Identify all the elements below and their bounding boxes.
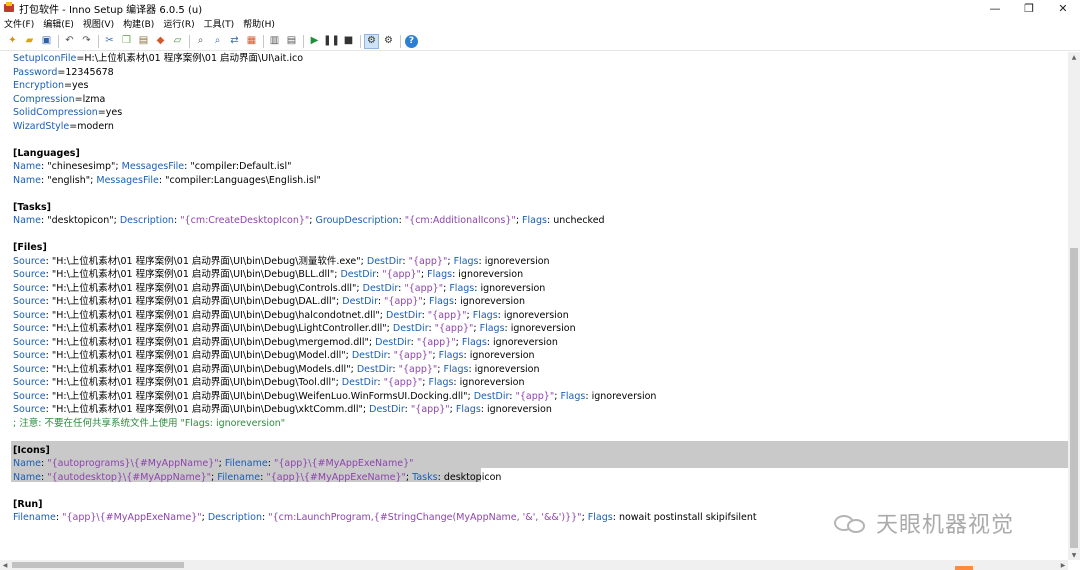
- menu-edit[interactable]: 编辑(E): [43, 17, 74, 30]
- file-entry: Source: "H:\上位机素材\01 程序案例\01 启动界面\UI\bin…: [13, 309, 569, 321]
- file-entry: Source: "H:\上位机素材\01 程序案例\01 启动界面\UI\bin…: [13, 255, 550, 267]
- scroll-left-icon[interactable]: ◀: [0, 560, 10, 570]
- section-header-icons: [Icons]: [13, 444, 50, 456]
- watermark: 天眼机器视觉: [834, 508, 1014, 538]
- window-controls: — ❐ ✕: [978, 0, 1080, 16]
- window-title: 打包软件 - Inno Setup 编译器 6.0.5 (u): [19, 4, 203, 16]
- title-bar: 打包软件 - Inno Setup 编译器 6.0.5 (u) — ❐ ✕: [0, 0, 1080, 16]
- undo-icon[interactable]: ↶: [63, 35, 76, 48]
- wechat-logo-icon: [834, 511, 868, 535]
- scroll-up-icon[interactable]: ▲: [1068, 52, 1080, 62]
- code-line: Encryption=yes: [13, 80, 89, 91]
- horizontal-scrollbar[interactable]: ◀ ▶: [0, 560, 1068, 570]
- code-line: Compression=lzma: [13, 93, 106, 105]
- run-icon[interactable]: ▶: [308, 35, 321, 48]
- scroll-down-icon[interactable]: ▼: [1068, 550, 1080, 560]
- find-next-icon[interactable]: ⌕: [211, 35, 224, 48]
- menu-file[interactable]: 文件(F): [4, 17, 34, 30]
- app-icon: [3, 2, 15, 14]
- section-header-languages: [Languages]: [13, 147, 80, 159]
- toolbar-separator: [98, 34, 99, 48]
- compile-icon[interactable]: ▥: [268, 35, 281, 48]
- new-file-icon[interactable]: ✦: [6, 35, 19, 48]
- code-line: Name: "{autoprograms}\{#MyAppName}"; Fil…: [13, 458, 414, 469]
- code-line: Name: "english"; MessagesFile: "compiler…: [13, 174, 321, 186]
- menu-view[interactable]: 视图(V): [83, 17, 114, 30]
- file-entry: Source: "H:\上位机素材\01 程序案例\01 启动界面\UI\bin…: [13, 404, 552, 415]
- copy-icon[interactable]: ❐: [120, 35, 133, 48]
- file-entry: Source: "H:\上位机素材\01 程序案例\01 启动界面\UI\bin…: [13, 363, 540, 375]
- toolbar-separator: [360, 34, 361, 48]
- pause-icon[interactable]: ❚❚: [323, 35, 340, 48]
- toolbar-separator: [303, 34, 304, 48]
- scroll-right-icon[interactable]: ▶: [1058, 560, 1068, 570]
- code-line: SetupIconFile=H:\上位机素材\01 程序案例\01 启动界面\U…: [13, 53, 304, 64]
- watermark-text: 天眼机器视觉: [876, 513, 1015, 538]
- toolbar-separator: [189, 34, 190, 48]
- vertical-scroll-thumb[interactable]: [1070, 248, 1078, 548]
- toolbar-separator: [263, 34, 264, 48]
- file-entry: Source: "H:\上位机素材\01 程序案例\01 启动界面\UI\bin…: [13, 269, 524, 280]
- menu-run[interactable]: 运行(R): [163, 17, 194, 30]
- paste-icon[interactable]: ▤: [137, 35, 150, 48]
- goto-icon[interactable]: ▦: [245, 35, 258, 48]
- maximize-button[interactable]: ❐: [1012, 0, 1046, 16]
- selection-highlight: [11, 441, 1068, 455]
- settings-icon[interactable]: ⚙: [382, 35, 395, 48]
- code-comment: ; 注意: 不要在任何共享系统文件上使用 "Flags: ignoreversi…: [13, 417, 286, 429]
- find-icon[interactable]: ⌕: [194, 35, 207, 48]
- code-line: WizardStyle=modern: [13, 120, 114, 132]
- file-entry: Source: "H:\上位机素材\01 程序案例\01 启动界面\UI\bin…: [13, 336, 558, 348]
- delete-icon[interactable]: ◆: [154, 35, 167, 48]
- toolbar: ✦ ▰ ▣ ↶ ↷ ✂ ❐ ▤ ◆ ▱ ⌕ ⌕ ⇄ ▦ ▥ ▤ ▶ ❚❚ ■ ⚙…: [0, 32, 1080, 51]
- file-entry: Source: "H:\上位机素材\01 程序案例\01 启动界面\UI\bin…: [13, 296, 525, 307]
- toolbar-separator: [58, 34, 59, 48]
- toolbar-separator: [400, 34, 401, 48]
- open-icon[interactable]: ▰: [23, 35, 36, 48]
- code-editor[interactable]: SetupIconFile=H:\上位机素材\01 程序案例\01 启动界面\U…: [0, 52, 1068, 560]
- debug-icon[interactable]: ⚙: [364, 33, 379, 49]
- save-icon[interactable]: ▣: [40, 35, 53, 48]
- file-entry: Source: "H:\上位机素材\01 程序案例\01 启动界面\UI\bin…: [13, 282, 546, 294]
- file-entry: Source: "H:\上位机素材\01 程序案例\01 启动界面\UI\bin…: [13, 323, 576, 334]
- help-icon[interactable]: ?: [405, 34, 418, 48]
- code-line: Name: "chinesesimp"; MessagesFile: "comp…: [13, 161, 292, 172]
- code-line: SolidCompression=yes: [13, 107, 123, 118]
- code-line: Name: "{autodesktop}\{#MyAppName}"; File…: [13, 471, 502, 483]
- menu-build[interactable]: 构建(B): [123, 17, 154, 30]
- cut-icon[interactable]: ✂: [103, 35, 116, 48]
- replace-icon[interactable]: ⇄: [228, 35, 241, 48]
- redo-icon[interactable]: ↷: [80, 35, 93, 48]
- menu-help[interactable]: 帮助(H): [243, 17, 275, 30]
- vertical-scrollbar[interactable]: ▲ ▼: [1068, 52, 1080, 560]
- code-line: Password=12345678: [13, 66, 114, 78]
- file-entry: Source: "H:\上位机素材\01 程序案例\01 启动界面\UI\bin…: [13, 350, 535, 361]
- horizontal-scroll-thumb[interactable]: [12, 562, 184, 568]
- section-header-tasks: [Tasks]: [13, 201, 51, 213]
- menu-tools[interactable]: 工具(T): [204, 17, 235, 30]
- code-line: Name: "desktopicon"; Description: "{cm:C…: [13, 215, 605, 226]
- stop-icon[interactable]: ■: [342, 35, 355, 48]
- corner-decoration: [955, 566, 973, 570]
- select-all-icon[interactable]: ▱: [171, 35, 184, 48]
- section-header-run: [Run]: [13, 498, 43, 510]
- minimize-button[interactable]: —: [978, 0, 1012, 16]
- menu-bar: 文件(F) 编辑(E) 视图(V) 构建(B) 运行(R) 工具(T) 帮助(H…: [0, 16, 1080, 31]
- build-icon[interactable]: ▤: [285, 35, 298, 48]
- file-entry: Source: "H:\上位机素材\01 程序案例\01 启动界面\UI\bin…: [13, 377, 525, 388]
- file-entry: Source: "H:\上位机素材\01 程序案例\01 启动界面\UI\bin…: [13, 390, 657, 402]
- close-button[interactable]: ✕: [1046, 0, 1080, 16]
- code-line: Filename: "{app}\{#MyAppExeName}"; Descr…: [13, 512, 757, 523]
- section-header-files: [Files]: [13, 242, 47, 253]
